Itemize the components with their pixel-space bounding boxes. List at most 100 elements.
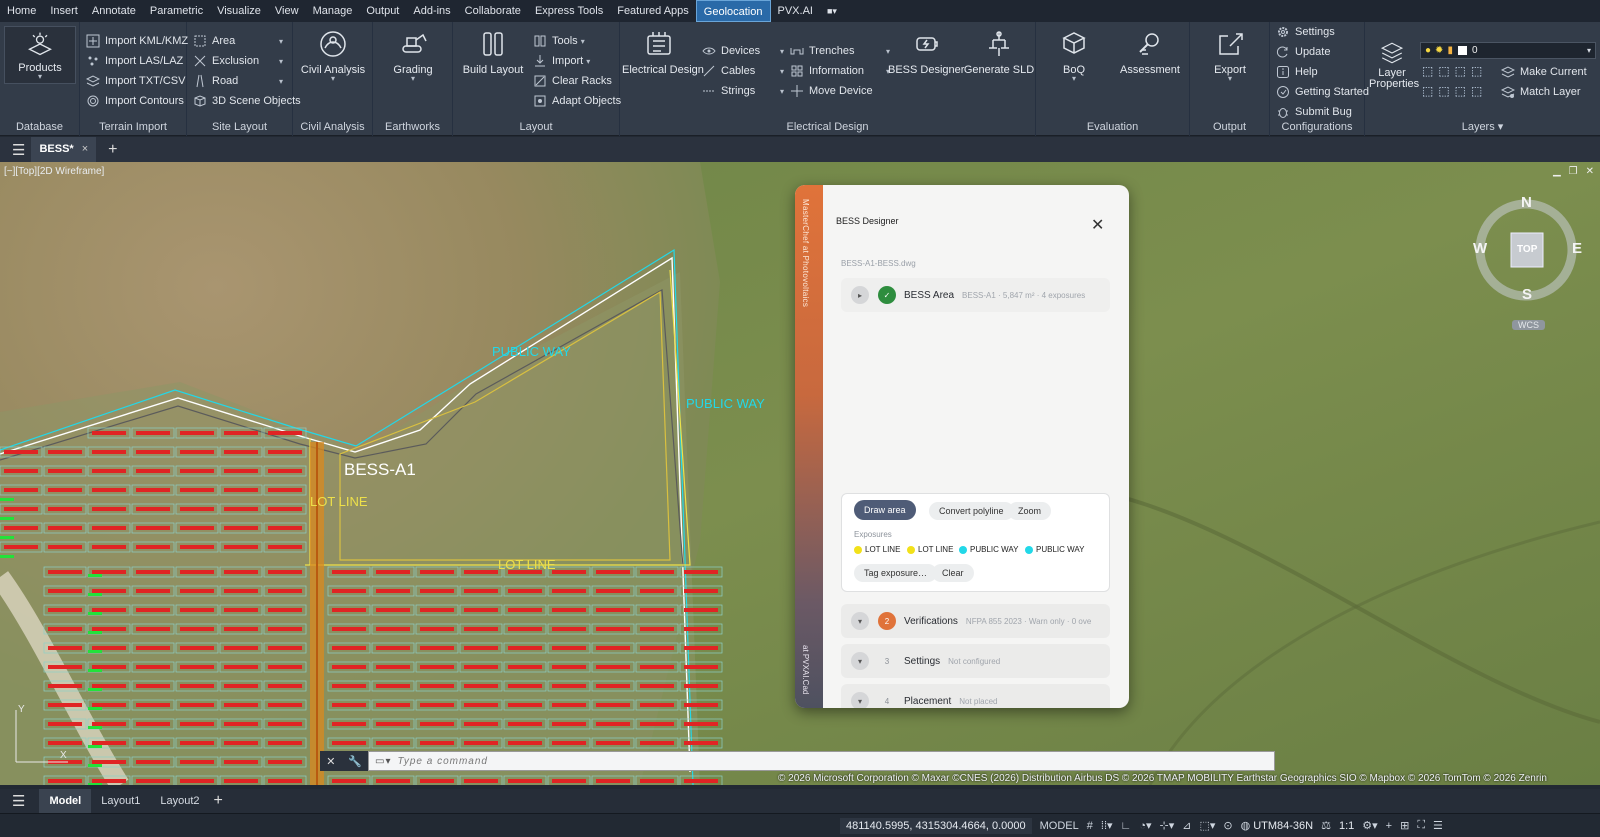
layer-tools-icons-row1[interactable]: ⬚⬚⬚⬚ bbox=[1422, 64, 1487, 78]
import-layout-button[interactable]: Import ▾ bbox=[533, 52, 590, 70]
viewcube[interactable]: N S E W TOP WCS bbox=[1458, 192, 1598, 332]
clear-exposure-button[interactable]: Clear bbox=[932, 564, 974, 582]
hamburger-menu-icon[interactable]: ☰ bbox=[12, 792, 25, 810]
civil-analysis-button[interactable]: Civil Analysis ▾ bbox=[293, 28, 373, 83]
bess-designer-button[interactable]: BESS Designer bbox=[888, 28, 964, 76]
menu-workspace-dropdown[interactable]: ■▾ bbox=[820, 0, 844, 22]
chevron-down-icon[interactable]: ▾ bbox=[279, 57, 283, 66]
menu-collaborate[interactable]: Collaborate bbox=[458, 0, 528, 22]
gear-icon[interactable]: ⚙▾ bbox=[1362, 819, 1377, 832]
hamburger-menu-icon[interactable]: ☰ bbox=[12, 141, 25, 159]
tab-layout1[interactable]: Layout1 bbox=[91, 789, 150, 813]
strings-button[interactable]: Strings ▾ bbox=[702, 82, 784, 100]
clear-racks-button[interactable]: Clear Racks bbox=[533, 72, 612, 90]
settings-button[interactable]: Settings bbox=[1276, 23, 1335, 41]
fullscreen-icon[interactable]: ⛶ bbox=[1417, 819, 1425, 832]
close-tab-icon[interactable]: × bbox=[82, 137, 88, 162]
import-txt-button[interactable]: Import TXT/CSV bbox=[86, 72, 185, 90]
ortho-icon[interactable]: ∟ bbox=[1121, 820, 1132, 832]
menu-parametric[interactable]: Parametric bbox=[143, 0, 210, 22]
chevron-down-icon[interactable]: ▾ bbox=[279, 77, 283, 86]
cables-button[interactable]: Cables ▾ bbox=[702, 62, 784, 80]
import-contours-button[interactable]: Import Contours bbox=[86, 92, 184, 110]
tab-bess[interactable]: BESS* × bbox=[31, 137, 97, 162]
layer-dropdown[interactable]: ● ✹ ▮ 0 ▾ bbox=[1420, 42, 1596, 59]
menu-manage[interactable]: Manage bbox=[306, 0, 360, 22]
menu-visualize[interactable]: Visualize bbox=[210, 0, 268, 22]
tab-model[interactable]: Model bbox=[39, 789, 92, 813]
command-input[interactable]: ▭▾ Type a command bbox=[368, 751, 1275, 771]
hardware-acceleration-icon[interactable]: ⊞ bbox=[1400, 819, 1409, 832]
new-tab-button[interactable]: + bbox=[108, 141, 117, 159]
menu-home[interactable]: Home bbox=[0, 0, 43, 22]
menu-insert[interactable]: Insert bbox=[43, 0, 85, 22]
viewcube-top-face[interactable]: TOP bbox=[1517, 244, 1537, 255]
annotation-scale-icon[interactable]: ⚖ bbox=[1321, 819, 1331, 832]
tools-button[interactable]: Tools ▾ bbox=[533, 32, 585, 50]
compass-west[interactable]: W bbox=[1473, 240, 1487, 257]
wrench-icon[interactable]: 🔧 bbox=[348, 755, 362, 768]
update-button[interactable]: Update bbox=[1276, 43, 1330, 61]
chevron-down-icon[interactable]: ▾ bbox=[851, 612, 869, 630]
wcs-menu[interactable]: WCS bbox=[1512, 320, 1545, 330]
chevron-down-icon[interactable]: ▾ bbox=[780, 47, 784, 56]
help-button[interactable]: Help bbox=[1276, 63, 1318, 81]
coordinates-readout[interactable]: 481140.5995, 4315304.4664, 0.0000 bbox=[840, 817, 1032, 834]
compass-east[interactable]: E bbox=[1572, 240, 1582, 257]
zoom-button[interactable]: Zoom bbox=[1008, 502, 1052, 520]
menu-geolocation[interactable]: Geolocation bbox=[695, 0, 771, 22]
menu-pvx-ai[interactable]: PVX.AI bbox=[771, 0, 820, 22]
tab-layout2[interactable]: Layout2 bbox=[150, 789, 209, 813]
compass-north[interactable]: N bbox=[1521, 194, 1532, 211]
geolocation-pin-icon[interactable]: ⊙ bbox=[1223, 819, 1232, 832]
tag-exposure-button[interactable]: Tag exposure… bbox=[854, 564, 938, 582]
move-device-button[interactable]: Move Device bbox=[790, 82, 873, 100]
grid-icon[interactable]: # bbox=[1087, 820, 1093, 832]
import-las-button[interactable]: Import LAS/LAZ bbox=[86, 52, 183, 70]
snap-icon[interactable]: ⁞⁞▾ bbox=[1101, 819, 1113, 832]
submit-bug-button[interactable]: Submit Bug bbox=[1276, 103, 1352, 121]
crs-readout[interactable]: UTM84-36N bbox=[1253, 820, 1313, 832]
convert-polyline-button[interactable]: Convert polyline bbox=[929, 502, 1014, 520]
compass-south[interactable]: S bbox=[1522, 286, 1532, 303]
area-button[interactable]: Area ▾ bbox=[193, 32, 289, 50]
viewport-controls-label[interactable]: [−][Top][2D Wireframe] bbox=[4, 166, 104, 177]
grading-button[interactable]: Grading ▾ bbox=[373, 28, 453, 83]
minimize-icon[interactable]: ▁ bbox=[1553, 166, 1561, 177]
exclusion-button[interactable]: Exclusion ▾ bbox=[193, 52, 289, 70]
close-icon[interactable]: ✕ bbox=[326, 755, 335, 768]
export-button[interactable]: Export ▾ bbox=[1190, 28, 1270, 83]
chevron-down-icon[interactable]: ▾ bbox=[780, 87, 784, 96]
step-verifications[interactable]: ▾ 2 Verifications NFPA 855 2023 · Warn o… bbox=[841, 604, 1110, 638]
products-button[interactable]: Products ▾ bbox=[4, 26, 76, 84]
import-kml-button[interactable]: Import KML/KMZ bbox=[86, 32, 188, 50]
add-layout-button[interactable]: + bbox=[214, 792, 223, 810]
road-button[interactable]: Road ▾ bbox=[193, 72, 289, 90]
match-layer-button[interactable]: Match Layer bbox=[1501, 83, 1581, 101]
add-icon[interactable]: + bbox=[1386, 820, 1392, 832]
menu-annotate[interactable]: Annotate bbox=[85, 0, 143, 22]
step-bess-area[interactable]: ▸ ✓ BESS Area BESS-A1 · 5,847 m² · 4 exp… bbox=[841, 278, 1110, 312]
globe-icon[interactable]: ◍ bbox=[1241, 819, 1251, 832]
build-layout-button[interactable]: Build Layout bbox=[457, 28, 529, 76]
restore-icon[interactable]: ❐ bbox=[1569, 166, 1578, 177]
polar-icon[interactable]: ◔▾ bbox=[1139, 819, 1151, 832]
information-button[interactable]: Information ▾ bbox=[790, 62, 890, 80]
menu-add-ins[interactable]: Add-ins bbox=[406, 0, 457, 22]
scale-readout[interactable]: 1:1 bbox=[1339, 820, 1354, 832]
layer-properties-button[interactable]: Layer Properties bbox=[1369, 40, 1419, 90]
3d-scene-objects-button[interactable]: 3D Scene Objects bbox=[193, 92, 301, 110]
step-settings[interactable]: ▾ 3 Settings Not configured bbox=[841, 644, 1110, 678]
chevron-down-icon[interactable]: ▾ bbox=[851, 652, 869, 670]
assessment-button[interactable]: Assessment bbox=[1110, 28, 1190, 76]
devices-button[interactable]: Devices ▾ bbox=[702, 42, 784, 60]
panel-title-layers[interactable]: Layers ▾ bbox=[1365, 120, 1600, 133]
generate-sld-button[interactable]: Generate SLD bbox=[962, 28, 1036, 76]
draw-area-button[interactable]: Draw area bbox=[854, 500, 916, 520]
osnap-icon[interactable]: ⊹▾ bbox=[1159, 819, 1174, 832]
close-icon[interactable]: ✕ bbox=[1586, 166, 1594, 177]
customize-menu-icon[interactable]: ☰ bbox=[1433, 819, 1443, 832]
close-icon[interactable]: ✕ bbox=[1091, 215, 1104, 235]
menu-featured-apps[interactable]: Featured Apps bbox=[610, 0, 696, 22]
menu-output[interactable]: Output bbox=[359, 0, 406, 22]
